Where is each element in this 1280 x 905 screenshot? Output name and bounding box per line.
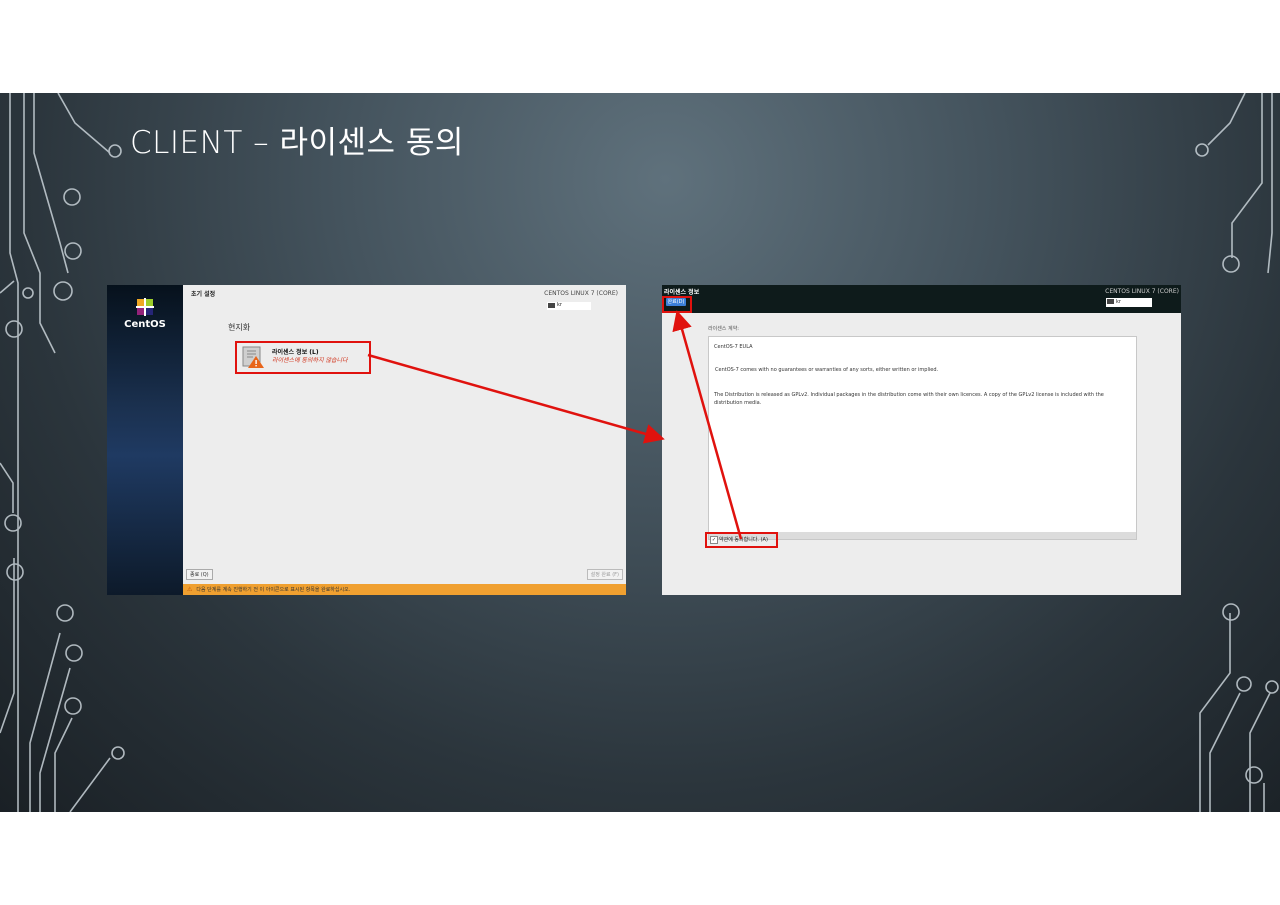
header-title: 초기 설정 bbox=[191, 291, 216, 298]
slide-title: CLIENT – 라이센스 동의 bbox=[130, 125, 464, 161]
product-name: CENTOS LINUX 7 (CORE) bbox=[544, 290, 618, 297]
license-spoke[interactable]: 라이센스 정보 (L) 라이센스에 동의하지 않습니다 bbox=[235, 341, 371, 374]
keyboard-label: kr bbox=[557, 302, 562, 308]
sidebar: CentOS bbox=[107, 285, 183, 595]
keyboard-layout-indicator[interactable]: kr bbox=[547, 302, 591, 310]
agree-checkbox-highlight: ✓ 약관에 동의합니다. (A) bbox=[705, 532, 778, 548]
spoke-status: 라이센스에 동의하지 않습니다 bbox=[272, 357, 348, 364]
warning-icon: ⚠ bbox=[187, 586, 193, 593]
product-name: CENTOS LINUX 7 (CORE) bbox=[1105, 288, 1179, 295]
agree-checkbox[interactable]: ✓ bbox=[710, 536, 718, 544]
presentation-slide: CLIENT – 라이센스 동의 CentOS 초기 설정 CENTOS LIN… bbox=[0, 93, 1280, 812]
logo-text: CentOS bbox=[124, 319, 166, 330]
keyboard-label: kr bbox=[1116, 299, 1121, 305]
warning-bar: ⚠ 다음 단계를 계속 진행하기 전 이 아이콘으로 표시된 항목을 완료하십시오… bbox=[183, 584, 626, 595]
quit-button[interactable]: 종료 (Q) bbox=[186, 569, 213, 580]
eula-frame: CentOS-7 EULA CentOS-7 comes with no gua… bbox=[708, 336, 1137, 540]
finish-configuration-button[interactable]: 설정 완료 (F) bbox=[586, 569, 623, 580]
eula-paragraph: CentOS-7 comes with no guarantees or war… bbox=[715, 367, 939, 373]
header-title: 라이센스 정보 bbox=[664, 289, 700, 296]
eula-title: CentOS-7 EULA bbox=[714, 344, 753, 350]
done-button-highlight bbox=[662, 296, 692, 313]
section-title: 현지화 bbox=[228, 323, 251, 332]
warning-text: 다음 단계를 계속 진행하기 전 이 아이콘으로 표시된 항목을 완료하십시오. bbox=[196, 587, 351, 593]
keyboard-icon bbox=[548, 303, 555, 308]
license-document-warning-icon bbox=[242, 346, 264, 368]
keyboard-layout-indicator[interactable]: kr bbox=[1106, 298, 1152, 307]
initial-setup-screenshot: CentOS 초기 설정 CENTOS LINUX 7 (CORE) kr 현지… bbox=[107, 285, 626, 595]
centos-logo-icon bbox=[136, 298, 154, 316]
eula-textview[interactable]: CentOS-7 EULA CentOS-7 comes with no gua… bbox=[709, 337, 1136, 532]
eula-paragraph: The Distribution is released as GPLv2. I… bbox=[714, 392, 1104, 406]
license-information-screenshot: 라이센스 정보 완료(D) CENTOS LINUX 7 (CORE) kr 라… bbox=[662, 285, 1181, 595]
keyboard-icon bbox=[1107, 299, 1114, 304]
header-bar: 라이센스 정보 완료(D) CENTOS LINUX 7 (CORE) kr bbox=[662, 285, 1181, 313]
agreement-label: 라이센스 계약: bbox=[708, 326, 739, 332]
agree-checkbox-label[interactable]: 약관에 동의합니다. (A) bbox=[719, 536, 768, 543]
